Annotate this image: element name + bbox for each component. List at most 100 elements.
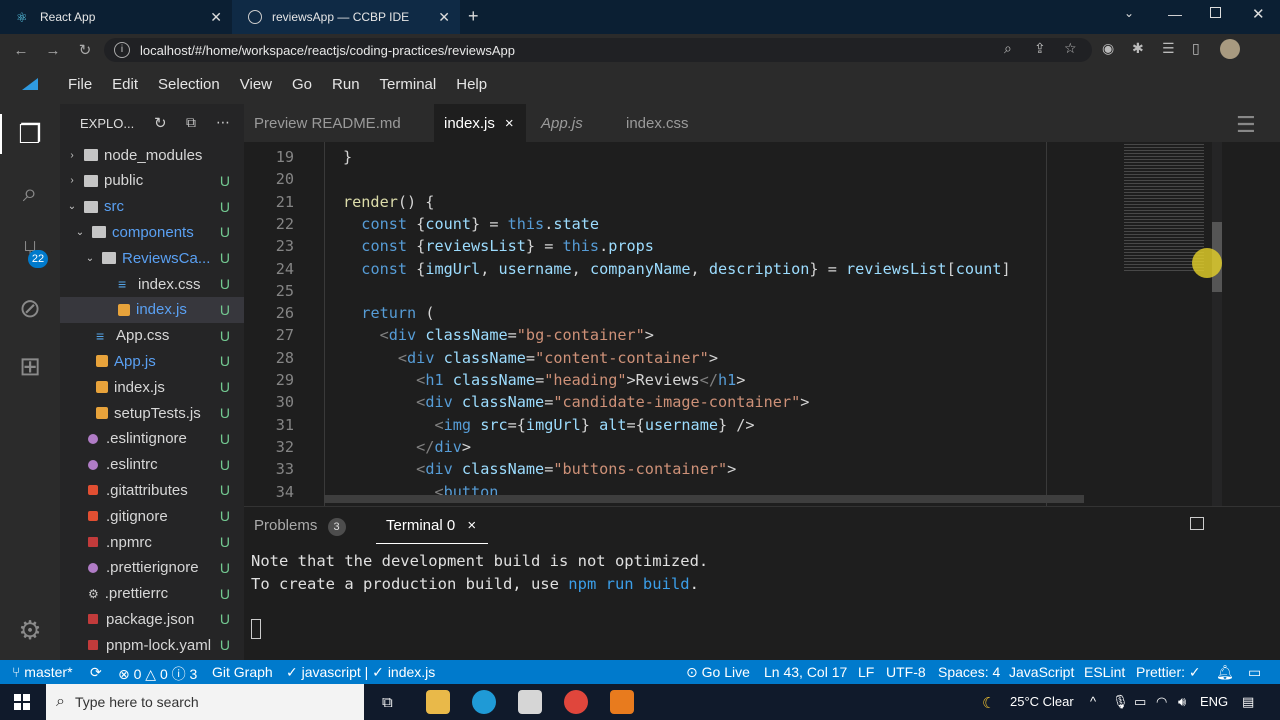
cursor-position[interactable]: Ln 43, Col 17: [764, 664, 847, 680]
tab-index-js[interactable]: index.js ×: [434, 104, 526, 142]
menu-go[interactable]: Go: [292, 76, 312, 93]
gear-icon[interactable]: ⚙: [14, 614, 46, 646]
close-icon[interactable]: ✕: [210, 9, 222, 26]
code-line[interactable]: <div className="content-container">: [343, 349, 718, 367]
edge-icon[interactable]: [472, 690, 496, 714]
tree-item[interactable]: .gitattributes U: [60, 477, 244, 503]
network-icon[interactable]: ▭: [1134, 694, 1146, 710]
tree-item[interactable]: .gitignore U: [60, 503, 244, 529]
code-line[interactable]: <img src={imgUrl} alt={username} />: [343, 416, 754, 434]
new-tab-icon[interactable]: +: [468, 6, 479, 27]
code-line[interactable]: }: [343, 148, 352, 166]
recorder-icon[interactable]: [610, 690, 634, 714]
close-icon[interactable]: ×: [467, 517, 476, 534]
back-icon[interactable]: ←: [8, 42, 34, 59]
share-icon[interactable]: ⇪: [1034, 40, 1046, 57]
branch-indicator[interactable]: ⑂ master*: [12, 664, 73, 680]
tree-item[interactable]: .npmrc U: [60, 529, 244, 555]
app-icon[interactable]: [518, 690, 542, 714]
tree-item[interactable]: .eslintrc U: [60, 452, 244, 478]
code-editor[interactable]: 19} 20 21 render() {22 const {count} = this…: [244, 142, 1216, 506]
tab-app-js[interactable]: App.js: [531, 104, 601, 142]
chevron-up-icon[interactable]: ^: [1090, 694, 1096, 709]
info-icon[interactable]: i: [114, 42, 130, 58]
browser-tab-ide[interactable]: reviewsApp — CCBP IDE ✕: [232, 0, 460, 34]
code-line[interactable]: render() {: [343, 193, 434, 211]
horizontal-scrollbar[interactable]: [324, 495, 1084, 503]
language-check[interactable]: ✓ javascript | ✓ index.js: [286, 664, 435, 681]
file-explorer-icon[interactable]: [426, 690, 450, 714]
chevron-icon[interactable]: ⌄: [66, 201, 78, 212]
code-line[interactable]: return (: [343, 304, 434, 322]
menu-edit[interactable]: Edit: [112, 76, 138, 93]
go-live-button[interactable]: ⊙ Go Live: [686, 664, 750, 681]
reload-icon[interactable]: ↻: [72, 41, 98, 59]
reading-list-icon[interactable]: ☰: [1162, 40, 1175, 57]
code-line[interactable]: const {count} = this.state: [343, 215, 599, 233]
code-line[interactable]: <div className="candidate-image-containe…: [343, 393, 809, 411]
menu-file[interactable]: File: [68, 76, 92, 93]
chevron-icon[interactable]: ⌄: [74, 227, 86, 238]
maximize-icon[interactable]: [1210, 7, 1221, 18]
prettier-indicator[interactable]: Prettier: ✓: [1136, 664, 1201, 681]
volume-icon[interactable]: 🔊︎: [1178, 694, 1186, 710]
tab-terminal[interactable]: Terminal 0 ×: [386, 517, 476, 534]
tree-item[interactable]: index.js U: [60, 374, 244, 400]
refresh-icon[interactable]: ↻: [154, 114, 167, 132]
problems-indicator[interactable]: ⊗ 0 △ 0 ⓘ 3: [118, 664, 197, 684]
eslint-indicator[interactable]: ESLint: [1084, 664, 1125, 680]
search-icon[interactable]: ⌕: [14, 176, 46, 208]
menu-run[interactable]: Run: [332, 76, 360, 93]
terminal-cursor[interactable]: [251, 619, 261, 639]
tree-item[interactable]: ≡ index.css U: [60, 271, 244, 297]
menu-view[interactable]: View: [240, 76, 272, 93]
menu-terminal[interactable]: Terminal: [380, 76, 437, 93]
extensions-icon[interactable]: ⊞: [14, 350, 46, 382]
chevron-icon[interactable]: ›: [66, 175, 78, 186]
tree-item[interactable]: App.js U: [60, 348, 244, 374]
zoom-icon[interactable]: ⌕: [1004, 40, 1012, 57]
language-mode[interactable]: JavaScript: [1009, 664, 1074, 680]
minimap[interactable]: [1116, 142, 1212, 506]
indent-indicator[interactable]: Spaces: 4: [938, 664, 1000, 680]
notification-icon[interactable]: ▤: [1242, 694, 1254, 710]
tree-item[interactable]: ⌄ src U: [60, 194, 244, 220]
language-indicator[interactable]: ENG: [1200, 694, 1228, 709]
minimize-icon[interactable]: —: [1168, 6, 1182, 22]
split-panel-icon[interactable]: [1190, 517, 1204, 530]
url-bar[interactable]: i localhost/#/home/workspace/reactjs/cod…: [104, 38, 1092, 62]
collapse-all-icon[interactable]: ⧉: [186, 114, 196, 131]
tree-item[interactable]: index.js U: [60, 296, 244, 323]
tree-item[interactable]: ⚙ .prettierrc U: [60, 581, 244, 607]
tree-item[interactable]: package.json U: [60, 606, 244, 632]
tab-index-css[interactable]: index.css: [616, 104, 706, 142]
tree-item[interactable]: setupTests.js U: [60, 400, 244, 426]
tree-item[interactable]: .prettierignore U: [60, 555, 244, 581]
tree-item[interactable]: pnpm-lock.yaml U: [60, 632, 244, 658]
bookmark-star-icon[interactable]: ☆: [1064, 40, 1077, 57]
close-icon[interactable]: ×: [505, 115, 514, 132]
extensions-icon[interactable]: ✱: [1132, 40, 1144, 57]
avatar[interactable]: [1220, 39, 1240, 59]
tree-item[interactable]: ⌄ components U: [60, 219, 244, 245]
tab-problems[interactable]: Problems 3: [254, 517, 346, 536]
explorer-files-icon[interactable]: ❐: [14, 118, 46, 150]
bell-icon[interactable]: 🔔︎: [1216, 664, 1234, 681]
sync-icon[interactable]: ⟳: [90, 664, 102, 681]
menu-help[interactable]: Help: [456, 76, 487, 93]
tab-preview-readme[interactable]: Preview README.md: [244, 104, 426, 142]
windows-start-icon[interactable]: [14, 694, 30, 710]
code-line[interactable]: const {reviewsList} = this.props: [343, 237, 654, 255]
close-icon[interactable]: ✕: [438, 9, 450, 26]
mic-icon[interactable]: 🎙︎: [1112, 694, 1129, 710]
close-window-icon[interactable]: ✕: [1252, 5, 1265, 23]
chrome-icon[interactable]: [564, 690, 588, 714]
weather-label[interactable]: 25°C Clear: [1010, 694, 1074, 709]
run-debug-icon[interactable]: ⊘: [14, 292, 46, 324]
taskbar-search[interactable]: ⌕ Type here to search: [46, 684, 364, 720]
chevron-icon[interactable]: ›: [66, 150, 78, 161]
git-graph-button[interactable]: Git Graph: [212, 664, 273, 680]
vertical-scrollbar[interactable]: [1212, 142, 1222, 506]
browser-tab-react-app[interactable]: ⚛ React App ✕: [0, 0, 232, 34]
more-actions-icon[interactable]: ⋯: [216, 114, 230, 131]
